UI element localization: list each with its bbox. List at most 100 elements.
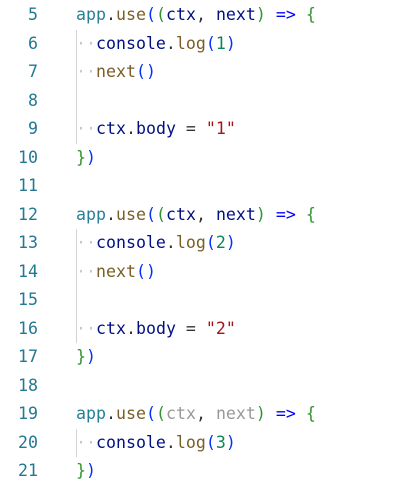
code-line[interactable]: 17}): [0, 343, 401, 372]
code-token: {: [305, 204, 316, 224]
code-line[interactable]: 20 ··console.log(3): [0, 428, 401, 458]
code-token: ,: [195, 5, 216, 24]
code-token: ): [86, 147, 96, 167]
code-line[interactable]: 5 app.use((ctx, next) => {: [0, 1, 401, 30]
whitespace-marker: ··: [76, 119, 96, 138]
code-token: use: [115, 5, 146, 24]
code-token: =: [175, 318, 206, 338]
code-token: use: [115, 204, 146, 224]
code-line[interactable]: 19 app.use((ctx, next) => {: [0, 400, 401, 429]
code-line[interactable]: 15: [0, 286, 401, 315]
code-token: (: [145, 404, 156, 423]
code-line[interactable]: 14 ··next(): [0, 257, 401, 287]
code-token: ctx: [95, 119, 126, 138]
code-token: app: [76, 5, 106, 24]
code-token: console: [95, 33, 166, 53]
line-number: 21: [18, 461, 38, 480]
code-token: (): [135, 62, 156, 81]
code-token: ,: [195, 404, 216, 423]
code-line[interactable]: 9 ··ctx.body = "1": [0, 115, 401, 144]
code-line[interactable]: 21}): [0, 457, 401, 486]
code-text[interactable]: ··ctx.body = "1": [76, 115, 236, 144]
whitespace-marker: ··: [76, 261, 96, 281]
code-token: 1: [215, 33, 226, 53]
code-line[interactable]: 18: [0, 372, 401, 401]
code-token: }: [76, 347, 86, 366]
code-token: log: [175, 432, 206, 452]
code-line[interactable]: 16 ··ctx.body = "2": [0, 314, 401, 344]
code-editor[interactable]: 5 app.use((ctx, next) => {6 ··console.log(…: [0, 1, 401, 491]
code-text[interactable]: ··ctx.body = "2": [76, 315, 236, 344]
code-token: "2": [205, 318, 236, 338]
code-token: =>: [275, 5, 296, 24]
code-token: (: [145, 204, 156, 224]
code-token: =: [175, 119, 206, 138]
code-line[interactable]: 13 ··console.log(2): [0, 229, 401, 258]
code-token: (): [135, 261, 156, 281]
code-token: body: [135, 119, 176, 138]
code-token: .: [165, 233, 176, 252]
indent-guide: [76, 286, 77, 315]
code-token: {: [305, 5, 316, 24]
code-line[interactable]: 8: [0, 86, 401, 115]
code-token: (: [155, 5, 166, 24]
line-number: 7: [28, 62, 38, 81]
code-line[interactable]: 10}): [0, 144, 401, 173]
code-token: (: [145, 5, 156, 24]
code-token: (: [205, 233, 216, 252]
whitespace-marker: ··: [76, 62, 96, 81]
line-number: 9: [28, 119, 38, 138]
code-token: console: [95, 233, 166, 252]
code-token: }: [76, 461, 86, 480]
code-line[interactable]: 11: [0, 172, 401, 201]
code-text[interactable]: app.use((ctx, next) => {: [76, 400, 316, 429]
code-token: app: [76, 404, 106, 423]
code-token: ): [86, 347, 96, 366]
line-number: 11: [18, 176, 38, 195]
code-token: .: [125, 318, 136, 338]
code-token: }: [76, 147, 86, 167]
line-number: 6: [28, 33, 38, 53]
indent-guide: [76, 86, 77, 115]
code-line[interactable]: 12 app.use((ctx, next) => {: [0, 201, 401, 230]
code-text[interactable]: }): [76, 343, 96, 372]
code-token: ctx: [165, 404, 196, 423]
code-text[interactable]: app.use((ctx, next) => {: [76, 1, 316, 30]
code-line[interactable]: 7 ··next(): [0, 58, 401, 87]
code-token: ): [225, 33, 236, 53]
line-number: 5: [28, 5, 38, 24]
code-token: ): [225, 432, 236, 452]
code-token: ,: [195, 204, 216, 224]
code-token: (: [205, 432, 216, 452]
code-token: ctx: [95, 318, 126, 338]
code-text[interactable]: ··next(): [76, 258, 156, 287]
code-token: log: [175, 33, 206, 53]
line-number: 15: [18, 290, 38, 309]
code-token: =>: [275, 404, 296, 423]
code-text[interactable]: ··console.log(1): [76, 30, 236, 59]
code-text[interactable]: ··console.log(3): [76, 429, 236, 458]
code-token: app: [76, 204, 106, 224]
code-token: ctx: [165, 204, 196, 224]
code-token: =>: [275, 204, 296, 224]
code-text[interactable]: ··console.log(2): [76, 229, 236, 258]
whitespace-marker: ··: [76, 432, 96, 452]
code-token: .: [165, 33, 176, 53]
code-token: ): [86, 461, 96, 480]
code-token: use: [115, 404, 146, 423]
code-text[interactable]: }): [76, 144, 96, 173]
code-token: (: [205, 33, 216, 53]
code-token: next: [95, 62, 136, 81]
code-text[interactable]: ··next(): [76, 58, 156, 87]
code-text[interactable]: }): [76, 457, 96, 486]
code-line[interactable]: 6 ··console.log(1): [0, 29, 401, 59]
code-token: "1": [205, 119, 236, 138]
code-token: (: [155, 404, 166, 423]
code-text[interactable]: app.use((ctx, next) => {: [76, 201, 316, 230]
line-number: 12: [18, 204, 38, 224]
code-token: .: [105, 5, 116, 24]
line-number: 19: [18, 404, 38, 423]
